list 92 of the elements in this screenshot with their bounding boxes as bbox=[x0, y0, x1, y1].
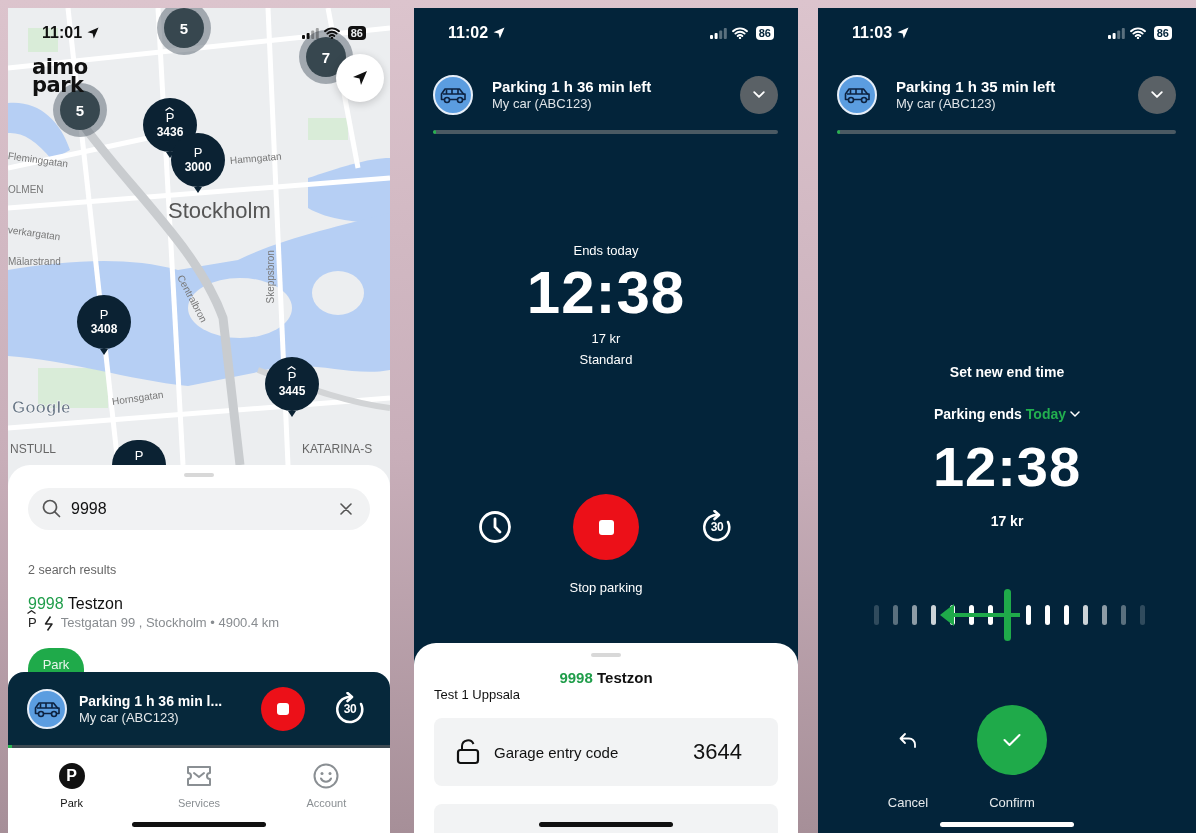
car-avatar-icon bbox=[27, 688, 67, 729]
status-time: 11:03 bbox=[852, 24, 893, 42]
chevron-down-icon bbox=[1151, 91, 1163, 99]
end-time: 12:38 bbox=[931, 437, 1083, 497]
map-label: Stockholm bbox=[168, 198, 271, 224]
map-label: KATARINA-S bbox=[302, 442, 373, 456]
map-cluster[interactable]: 7 bbox=[306, 37, 346, 77]
unlocked-padlock-icon bbox=[456, 739, 480, 765]
parking-price: 17 kr bbox=[590, 330, 622, 348]
parking-status-title: Parking 1 h 36 min l... bbox=[79, 691, 224, 710]
tariff-name: Standard bbox=[578, 351, 634, 369]
parking-pin[interactable]: P 3445 bbox=[265, 357, 319, 417]
search-field[interactable]: 9998 bbox=[28, 488, 370, 530]
circular-arrow-icon bbox=[700, 510, 734, 544]
vehicle-name: My car (ABC123) bbox=[79, 709, 180, 726]
car-avatar-icon bbox=[433, 75, 473, 115]
battery-indicator: 86 bbox=[347, 26, 366, 40]
zone-location: Test 1 Uppsala bbox=[434, 687, 521, 703]
parking-price: 17 kr bbox=[989, 512, 1025, 530]
battery-indicator: 86 bbox=[1153, 26, 1172, 40]
parking-pin[interactable]: P bbox=[112, 440, 166, 465]
undo-arrow-icon bbox=[899, 732, 917, 748]
wifi-icon bbox=[731, 27, 748, 39]
map-attribution: Google bbox=[12, 398, 71, 418]
wifi-icon bbox=[323, 27, 340, 39]
map-label: Hamngatan bbox=[229, 150, 282, 166]
parking-icon: P bbox=[58, 763, 85, 789]
map-label: OLMEN bbox=[8, 184, 44, 195]
ends-label: Ends today bbox=[572, 242, 640, 260]
vehicle-name: My car (ABC123) bbox=[492, 96, 593, 112]
roof-icon bbox=[164, 106, 174, 111]
zone-address: Testgatan 99 , Stockholm • 4900.4 km bbox=[60, 614, 280, 632]
lightning-icon bbox=[43, 615, 54, 631]
vehicle-name: My car (ABC123) bbox=[896, 96, 997, 112]
map-label: verkargatan bbox=[8, 224, 62, 243]
end-day-selector[interactable]: Parking ends Today bbox=[933, 405, 1081, 423]
confirm-label: Confirm bbox=[989, 795, 1035, 810]
car-avatar-icon bbox=[837, 75, 877, 115]
chevron-down-icon bbox=[753, 91, 765, 99]
roof-icon bbox=[27, 610, 36, 614]
battery-indicator: 86 bbox=[755, 26, 774, 40]
parking-status-title: Parking 1 h 35 min left bbox=[896, 78, 1057, 96]
signal-icon bbox=[709, 27, 727, 39]
end-time: 12:38 bbox=[525, 261, 687, 325]
sheet-handle bbox=[184, 473, 214, 477]
change-end-time-button[interactable] bbox=[478, 510, 512, 544]
parking-status-title: Parking 1 h 36 min left bbox=[492, 78, 653, 96]
smiley-icon bbox=[313, 763, 340, 789]
map-label: NSTULL bbox=[10, 442, 56, 456]
clear-button[interactable] bbox=[338, 501, 354, 517]
close-icon bbox=[340, 503, 352, 515]
card-label: Garage entry code bbox=[494, 743, 620, 761]
search-results-count: 2 search results bbox=[28, 563, 118, 578]
location-arrow-icon bbox=[493, 27, 506, 39]
location-arrow-icon bbox=[87, 27, 100, 39]
map-label: Hornsgatan bbox=[111, 388, 164, 407]
locate-me-button[interactable] bbox=[336, 54, 384, 102]
map-label: Skeppsbron bbox=[264, 250, 276, 304]
map-cluster[interactable]: 5 bbox=[164, 8, 204, 48]
signal-icon bbox=[301, 27, 319, 39]
clock-icon bbox=[478, 510, 512, 544]
stop-parking-label: Stop parking bbox=[568, 579, 644, 597]
parking-symbol: P bbox=[28, 614, 37, 632]
add-30-minutes-button[interactable]: 30 bbox=[333, 691, 367, 726]
zone-title[interactable]: 9998 Testzon bbox=[28, 594, 370, 614]
status-time: 11:01 bbox=[42, 24, 83, 42]
signal-icon bbox=[1107, 27, 1125, 39]
zone-title: 9998 Testzon bbox=[558, 669, 654, 687]
search-icon bbox=[42, 499, 61, 518]
wifi-icon bbox=[1129, 27, 1146, 39]
sheet-handle bbox=[591, 653, 621, 657]
ticket-icon bbox=[186, 763, 212, 789]
map-label: Mälarstrand bbox=[8, 256, 61, 267]
roof-icon bbox=[286, 365, 296, 370]
parking-pin[interactable]: P 3408 bbox=[77, 295, 131, 355]
new-end-time-heading: Set new end time bbox=[948, 363, 1066, 381]
expand-button[interactable] bbox=[1138, 76, 1176, 114]
stop-parking-button[interactable] bbox=[261, 686, 305, 731]
location-arrow-icon bbox=[897, 27, 910, 39]
stop-icon bbox=[598, 519, 614, 535]
expand-button[interactable] bbox=[740, 76, 778, 114]
map-label: Fleminggatan bbox=[8, 150, 69, 170]
cancel-label: Cancel bbox=[887, 795, 929, 810]
stop-icon bbox=[277, 702, 289, 715]
navigation-arrow-icon bbox=[352, 70, 368, 86]
garage-code: 3644 bbox=[693, 739, 742, 765]
check-icon bbox=[1003, 733, 1021, 747]
status-time: 11:02 bbox=[448, 24, 489, 42]
nav-tab[interactable]: P Park bbox=[8, 748, 136, 833]
add-30-minutes-button[interactable]: 30 bbox=[700, 510, 734, 544]
chevron-down-icon bbox=[1070, 411, 1081, 417]
circular-arrow-icon bbox=[333, 691, 367, 726]
